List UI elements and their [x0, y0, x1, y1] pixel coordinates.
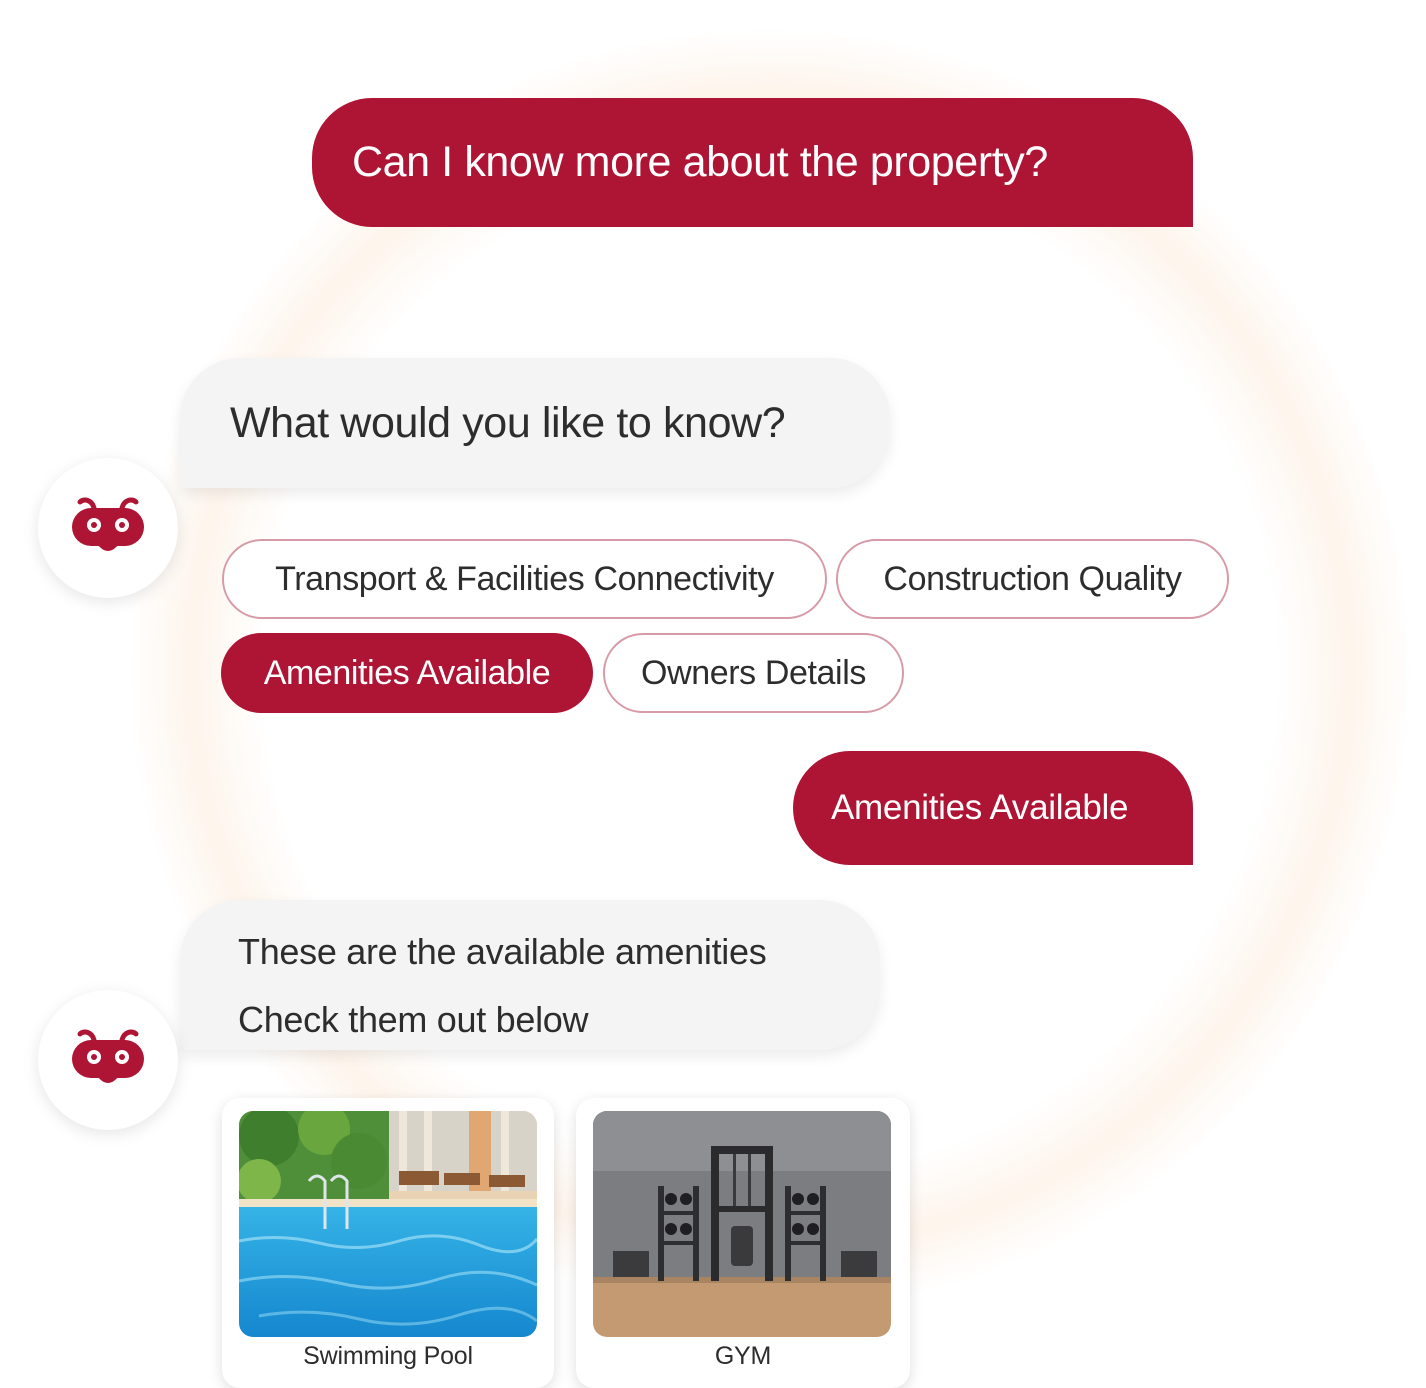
option-chip-label: Construction Quality	[883, 559, 1182, 598]
amenity-card-label: GYM	[714, 1342, 772, 1370]
bot-reply-line: These are the available amenities	[238, 931, 767, 972]
bot-reply-line: Check them out below	[238, 999, 589, 1040]
option-chip-transport[interactable]: Transport & Facilities Connectivity	[222, 539, 827, 619]
robot-icon	[68, 1026, 148, 1095]
option-chip-label: Owners Details	[641, 653, 866, 692]
bot-message-text: What would you like to know?	[230, 398, 786, 447]
amenity-card-gym[interactable]: GYM	[576, 1098, 910, 1388]
swimming-pool-photo	[239, 1111, 537, 1337]
option-chip-owners[interactable]: Owners Details	[603, 633, 904, 713]
amenity-card-label: Swimming Pool	[303, 1342, 473, 1370]
option-chip-label: Transport & Facilities Connectivity	[275, 559, 774, 598]
option-chip-label: Amenities Available	[263, 653, 551, 692]
bot-avatar	[38, 458, 178, 598]
robot-icon	[68, 494, 148, 563]
user-reply-bubble: Amenities Available	[793, 751, 1193, 865]
option-chip-construction[interactable]: Construction Quality	[836, 539, 1229, 619]
gym-photo	[593, 1111, 891, 1337]
bot-reply-bubble: These are the available amenities Check …	[180, 900, 880, 1050]
amenity-card-swimming-pool[interactable]: Swimming Pool	[222, 1098, 554, 1388]
option-chip-amenities[interactable]: Amenities Available	[221, 633, 593, 713]
bot-avatar	[38, 990, 178, 1130]
user-message-bubble: Can I know more about the property?	[312, 98, 1193, 227]
user-reply-text: Amenities Available	[831, 788, 1129, 827]
user-message-text: Can I know more about the property?	[352, 138, 1048, 186]
bot-message-bubble: What would you like to know?	[180, 358, 890, 488]
